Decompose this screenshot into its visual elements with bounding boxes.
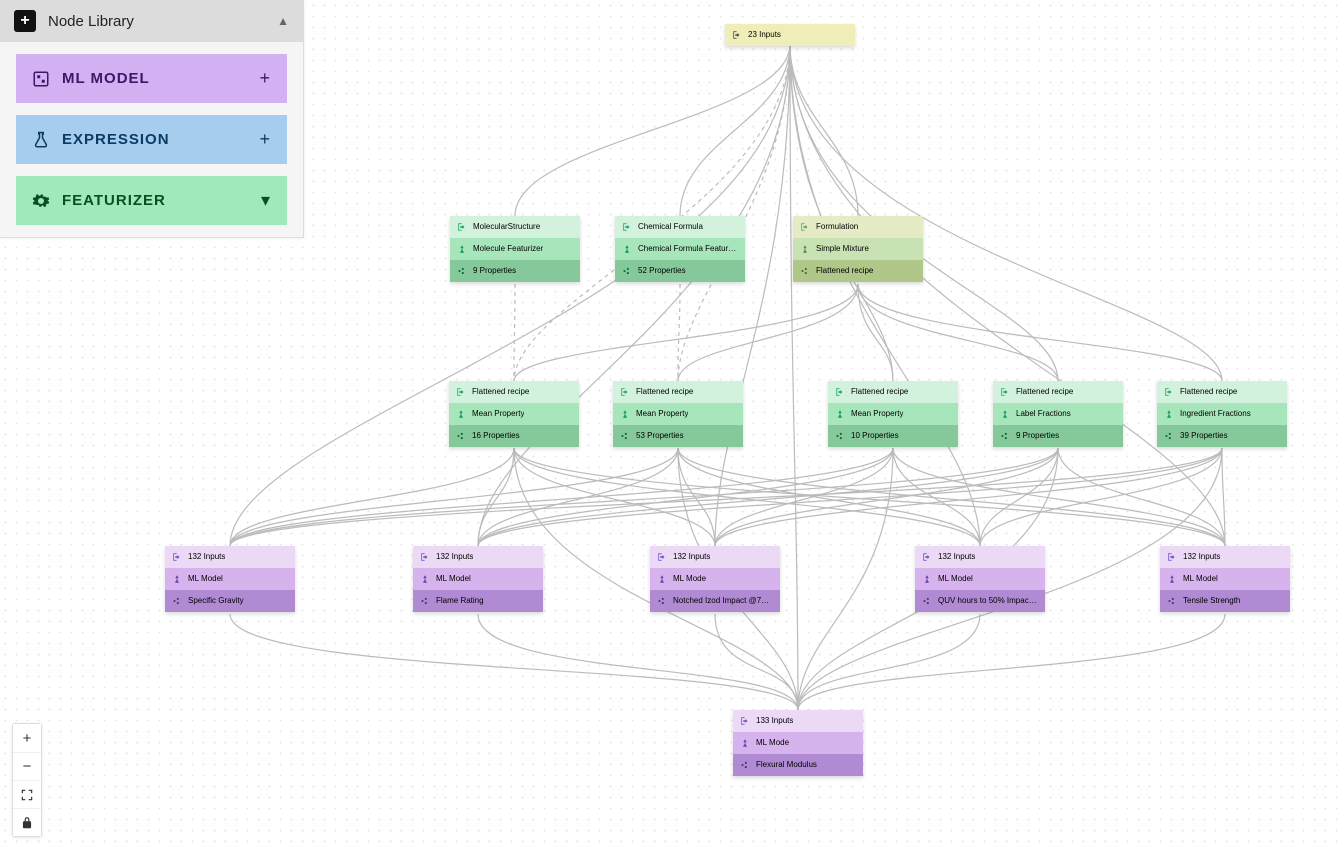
fit-icon xyxy=(20,788,34,802)
fork-icon xyxy=(420,574,430,584)
fork-icon xyxy=(657,574,667,584)
row-input: Chemical Formula xyxy=(615,216,745,238)
dots-icon xyxy=(835,431,845,441)
input-icon xyxy=(420,552,430,562)
label: EXPRESSION xyxy=(62,131,170,148)
panel-title: Node Library xyxy=(48,13,134,30)
row-type: Simple Mixture xyxy=(793,238,923,260)
node-ml-specific-gravity[interactable]: 132 Inputs ML Model Specific Gravity xyxy=(165,546,295,612)
lock-button[interactable] xyxy=(13,808,41,836)
input-icon xyxy=(657,552,667,562)
dots-icon xyxy=(1167,596,1177,606)
node-ml-tensile-strength[interactable]: 132 Inputs ML Model Tensile Strength xyxy=(1160,546,1290,612)
input-icon xyxy=(835,387,845,397)
node-chemical-formula-featurizer[interactable]: Chemical Formula Chemical Formula Featur… xyxy=(615,216,745,282)
dots-icon xyxy=(622,266,632,276)
fork-icon xyxy=(456,409,466,419)
input-icon xyxy=(172,552,182,562)
row-type: Molecule Featurizer xyxy=(450,238,580,260)
input-icon xyxy=(622,222,632,232)
chevron-up-icon: ▲ xyxy=(277,14,289,28)
dots-icon xyxy=(1000,431,1010,441)
dots-icon xyxy=(922,596,932,606)
plus-icon: + xyxy=(259,129,271,150)
fork-icon xyxy=(835,409,845,419)
node-molecule-featurizer[interactable]: MolecularStructure Molecule Featurizer 9… xyxy=(450,216,580,282)
dots-icon xyxy=(657,596,667,606)
label: ML MODEL xyxy=(62,70,150,87)
dots-icon xyxy=(800,266,810,276)
node-mean-property-c[interactable]: Flattened recipe Mean Property 10 Proper… xyxy=(828,381,958,447)
panel-header[interactable]: + Node Library ▲ xyxy=(0,0,303,42)
plus-icon: + xyxy=(14,10,36,32)
dots-icon xyxy=(457,266,467,276)
row-output: Flattened recipe xyxy=(793,260,923,282)
zoom-controls: + − xyxy=(12,723,42,837)
zoom-out-button[interactable]: − xyxy=(13,752,41,780)
input-icon xyxy=(457,222,467,232)
node-root-inputs[interactable]: 23 Inputs xyxy=(725,24,855,46)
fork-icon xyxy=(457,244,467,254)
node-ml-notched-izod[interactable]: 132 Inputs ML Mode Notched Izod Impact @… xyxy=(650,546,780,612)
label: 23 Inputs xyxy=(748,31,781,39)
fork-icon xyxy=(172,574,182,584)
label: FEATURIZER xyxy=(62,192,166,209)
fork-icon xyxy=(1164,409,1174,419)
input-icon xyxy=(1164,387,1174,397)
dots-icon xyxy=(620,431,630,441)
fork-icon xyxy=(622,244,632,254)
zoom-in-button[interactable]: + xyxy=(13,724,41,752)
panel-item-featurizer[interactable]: FEATURIZER ▾ xyxy=(16,176,287,225)
input-icon xyxy=(620,387,630,397)
dots-icon xyxy=(456,431,466,441)
input-icon xyxy=(456,387,466,397)
node-mean-property-a[interactable]: Flattened recipe Mean Property 16 Proper… xyxy=(449,381,579,447)
node-ml-flexural-modulus[interactable]: 133 Inputs ML Mode Flexural Modulus xyxy=(733,710,863,776)
input-icon xyxy=(1167,552,1177,562)
dots-icon xyxy=(1164,431,1174,441)
dots-icon xyxy=(740,760,750,770)
node-ml-quv-hours[interactable]: 132 Inputs ML Model QUV hours to 50% Imp… xyxy=(915,546,1045,612)
input-icon xyxy=(922,552,932,562)
input-icon xyxy=(800,222,810,232)
zoom-fit-button[interactable] xyxy=(13,780,41,808)
fork-icon xyxy=(1167,574,1177,584)
dots-icon xyxy=(420,596,430,606)
fork-icon xyxy=(800,244,810,254)
lock-icon xyxy=(20,816,34,830)
input-icon xyxy=(732,30,742,40)
node-ml-flame-rating[interactable]: 132 Inputs ML Model Flame Rating xyxy=(413,546,543,612)
row-inputs: 23 Inputs xyxy=(725,24,855,46)
input-icon xyxy=(1000,387,1010,397)
chevron-down-icon: ▾ xyxy=(261,190,271,211)
plus-icon: + xyxy=(259,68,271,89)
row-output: 9 Properties xyxy=(450,260,580,282)
flask-icon xyxy=(32,131,50,149)
panel-item-ml-model[interactable]: ML MODEL + xyxy=(16,54,287,103)
fork-icon xyxy=(1000,409,1010,419)
node-label-fractions[interactable]: Flattened recipe Label Fractions 9 Prope… xyxy=(993,381,1123,447)
input-icon xyxy=(740,716,750,726)
ml-model-icon xyxy=(32,70,50,88)
node-ingredient-fractions[interactable]: Flattened recipe Ingredient Fractions 39… xyxy=(1157,381,1287,447)
node-formulation-featurizer[interactable]: Formulation Simple Mixture Flattened rec… xyxy=(793,216,923,282)
row-type: Chemical Formula Featurizer xyxy=(615,238,745,260)
node-library-panel: + Node Library ▲ ML MODEL + EXPRESSION +… xyxy=(0,0,304,238)
row-output: 52 Properties xyxy=(615,260,745,282)
gear-icon xyxy=(32,192,50,210)
row-input: Formulation xyxy=(793,216,923,238)
node-mean-property-b[interactable]: Flattened recipe Mean Property 53 Proper… xyxy=(613,381,743,447)
fork-icon xyxy=(740,738,750,748)
fork-icon xyxy=(620,409,630,419)
panel-item-expression[interactable]: EXPRESSION + xyxy=(16,115,287,164)
fork-icon xyxy=(922,574,932,584)
dots-icon xyxy=(172,596,182,606)
row-input: MolecularStructure xyxy=(450,216,580,238)
